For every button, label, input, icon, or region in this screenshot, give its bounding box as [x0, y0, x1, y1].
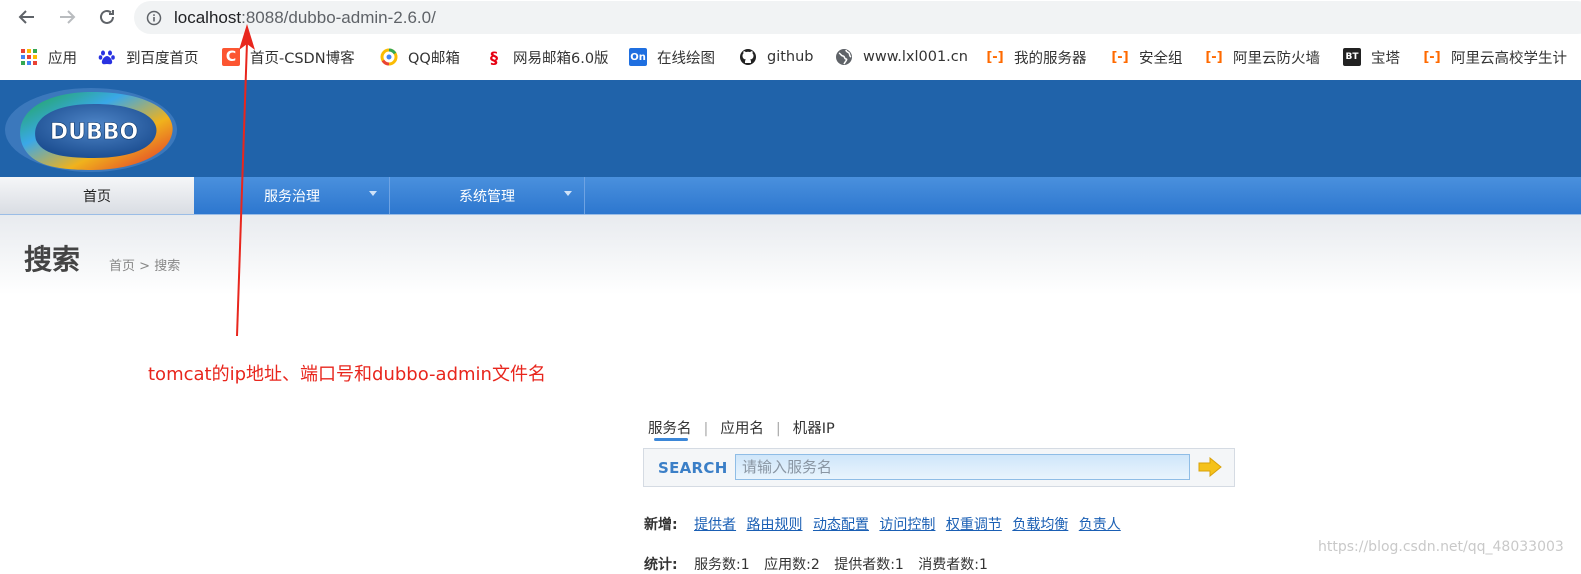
- menu-home[interactable]: 首页: [0, 177, 194, 214]
- aliyun-bracket-icon: [-]: [1205, 49, 1223, 65]
- add-dynamic-config-link[interactable]: 动态配置: [813, 517, 869, 533]
- baidu-paw-icon: [98, 48, 116, 66]
- menu-divider: [584, 177, 585, 214]
- menu-system-management-label: 系统管理: [459, 188, 515, 205]
- breadcrumb-home-link[interactable]: 首页: [109, 259, 135, 274]
- bookmark-label: www.lxl001.cn: [863, 49, 968, 65]
- globe-icon: [835, 48, 853, 66]
- tab-separator: |: [703, 421, 709, 437]
- forward-button[interactable]: [56, 6, 78, 28]
- dubbo-logo[interactable]: DUBBO: [2, 84, 180, 176]
- menu-system-management[interactable]: 系统管理: [390, 177, 584, 214]
- bookmark-label: 安全组: [1139, 50, 1183, 67]
- aliyun-bracket-icon: [-]: [1423, 49, 1441, 65]
- caret-down-icon: [369, 191, 377, 196]
- svg-text:DUBBO: DUBBO: [50, 120, 138, 145]
- bookmark-label: 首页-CSDN博客: [250, 50, 355, 67]
- on-drawing-icon: On: [629, 48, 647, 66]
- bookmark-my-server[interactable]: [-] 我的服务器: [986, 44, 1087, 70]
- info-icon[interactable]: [146, 10, 162, 26]
- tab-service-name[interactable]: 服务名: [648, 421, 692, 437]
- url-text: localhost:8088/dubbo-admin-2.6.0/: [174, 8, 436, 28]
- apps-grid-icon: [20, 48, 38, 66]
- bookmark-label: 宝塔: [1371, 50, 1400, 67]
- bookmark-lxl[interactable]: www.lxl001.cn: [835, 44, 968, 70]
- breadcrumb-separator: >: [135, 259, 155, 274]
- qq-mail-icon: [380, 48, 398, 66]
- bookmark-label: github: [767, 49, 814, 65]
- bookmark-label: 阿里云防火墙: [1233, 50, 1320, 67]
- annotation-arrow: [236, 24, 255, 337]
- address-bar[interactable]: localhost:8088/dubbo-admin-2.6.0/: [134, 1, 1581, 34]
- bookmark-label: 到百度首页: [126, 50, 199, 67]
- search-panel: SEARCH: [643, 448, 1235, 487]
- tab-separator: |: [775, 421, 781, 437]
- search-type-tabs: 服务名 | 应用名 | 机器IP: [648, 417, 835, 438]
- add-access-control-link[interactable]: 访问控制: [879, 517, 935, 533]
- bookmark-baidu[interactable]: 到百度首页: [98, 44, 199, 70]
- bookmark-baota[interactable]: BT 宝塔: [1343, 44, 1400, 70]
- bookmark-qqmail[interactable]: QQ邮箱: [380, 44, 460, 70]
- annotation-text: tomcat的ip地址、端口号和dubbo-admin文件名: [148, 364, 546, 385]
- page-title: 搜索: [24, 243, 81, 276]
- arrow-right-search-icon[interactable]: [1197, 457, 1223, 477]
- bookmark-security-group[interactable]: [-] 安全组: [1111, 44, 1183, 70]
- caret-down-icon: [564, 191, 572, 196]
- reload-icon: [100, 9, 114, 24]
- arrow-left-icon: [18, 10, 34, 24]
- bookmark-github[interactable]: github: [739, 44, 814, 70]
- tab-machine-ip[interactable]: 机器IP: [793, 421, 835, 437]
- bookmark-label: 网易邮箱6.0版: [513, 50, 609, 67]
- arrow-right-icon: [60, 10, 76, 24]
- add-load-balance-link[interactable]: 负载均衡: [1012, 517, 1068, 533]
- aliyun-bracket-icon: [-]: [1111, 49, 1129, 65]
- aliyun-bracket-icon: [-]: [986, 49, 1004, 65]
- add-owner-link[interactable]: 负责人: [1079, 517, 1121, 533]
- url-path: :8088/dubbo-admin-2.6.0/: [241, 7, 436, 27]
- reload-button[interactable]: [96, 6, 118, 28]
- bookmark-drawing[interactable]: On 在线绘图: [629, 44, 715, 70]
- bookmark-netease[interactable]: § 网易邮箱6.0版: [485, 44, 609, 70]
- search-label: SEARCH: [658, 459, 728, 477]
- add-weight-link[interactable]: 权重调节: [946, 517, 1002, 533]
- add-provider-link[interactable]: 提供者: [694, 517, 736, 533]
- breadcrumb-current: 搜索: [154, 259, 181, 274]
- bt-panel-icon: BT: [1343, 48, 1361, 66]
- statistics-row: 统计: 服务数:1 应用数:2 提供者数:1 消费者数:1: [644, 554, 998, 574]
- bookmark-firewall[interactable]: [-] 阿里云防火墙: [1205, 44, 1320, 70]
- active-tab-indicator: [654, 438, 688, 441]
- bookmark-label: 应用: [48, 50, 77, 67]
- bookmark-label: 在线绘图: [657, 50, 715, 67]
- bookmark-aliyun-student[interactable]: [-] 阿里云高校学生计: [1423, 44, 1567, 70]
- netease-mail-icon: §: [490, 47, 498, 67]
- tab-application-name[interactable]: 应用名: [720, 421, 764, 437]
- add-route-rule-link[interactable]: 路由规则: [747, 517, 803, 533]
- back-button[interactable]: [16, 6, 38, 28]
- github-octocat-icon: [739, 48, 757, 66]
- bookmark-label: QQ邮箱: [408, 50, 460, 67]
- quick-add-links: 新增: 提供者 路由规则 动态配置 访问控制 权重调节 负载均衡 负责人: [644, 514, 1127, 534]
- search-input[interactable]: [735, 454, 1190, 480]
- breadcrumb: 首页 > 搜索: [109, 255, 180, 274]
- bookmark-label: 我的服务器: [1014, 50, 1087, 67]
- bookmark-label: 阿里云高校学生计: [1451, 50, 1567, 67]
- quick-add-label: 新增:: [644, 517, 678, 533]
- bookmark-apps[interactable]: 应用: [20, 44, 77, 70]
- menu-service-governance-label: 服务治理: [264, 188, 320, 205]
- menu-home-label: 首页: [83, 188, 111, 205]
- csdn-watermark: https://blog.csdn.net/qq_48033003: [1318, 539, 1564, 555]
